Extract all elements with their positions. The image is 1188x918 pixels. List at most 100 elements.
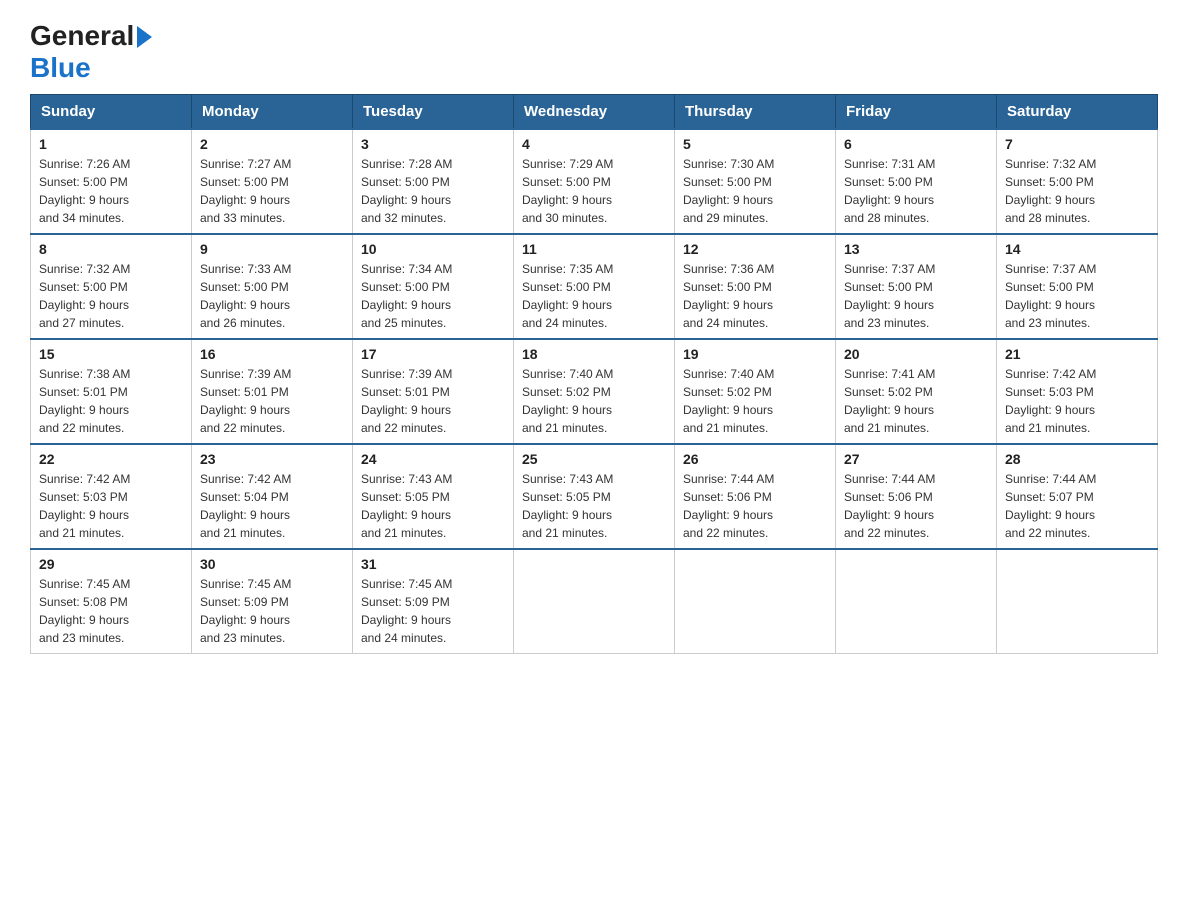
day-number: 7 <box>1005 136 1149 152</box>
day-info: Sunrise: 7:37 AM Sunset: 5:00 PM Dayligh… <box>1005 260 1149 332</box>
logo-general: General <box>30 20 134 52</box>
header-sunday: Sunday <box>31 95 192 130</box>
day-info: Sunrise: 7:41 AM Sunset: 5:02 PM Dayligh… <box>844 365 988 437</box>
day-cell: 31 Sunrise: 7:45 AM Sunset: 5:09 PM Dayl… <box>353 549 514 654</box>
day-number: 1 <box>39 136 183 152</box>
day-number: 3 <box>361 136 505 152</box>
day-cell: 6 Sunrise: 7:31 AM Sunset: 5:00 PM Dayli… <box>836 129 997 234</box>
day-cell: 28 Sunrise: 7:44 AM Sunset: 5:07 PM Dayl… <box>997 444 1158 549</box>
day-cell: 20 Sunrise: 7:41 AM Sunset: 5:02 PM Dayl… <box>836 339 997 444</box>
day-cell: 14 Sunrise: 7:37 AM Sunset: 5:00 PM Dayl… <box>997 234 1158 339</box>
day-info: Sunrise: 7:43 AM Sunset: 5:05 PM Dayligh… <box>361 470 505 542</box>
day-info: Sunrise: 7:44 AM Sunset: 5:07 PM Dayligh… <box>1005 470 1149 542</box>
day-cell: 8 Sunrise: 7:32 AM Sunset: 5:00 PM Dayli… <box>31 234 192 339</box>
week-row-1: 1 Sunrise: 7:26 AM Sunset: 5:00 PM Dayli… <box>31 129 1158 234</box>
header-monday: Monday <box>192 95 353 130</box>
day-info: Sunrise: 7:42 AM Sunset: 5:04 PM Dayligh… <box>200 470 344 542</box>
day-number: 27 <box>844 451 988 467</box>
header-row: SundayMondayTuesdayWednesdayThursdayFrid… <box>31 95 1158 130</box>
day-info: Sunrise: 7:45 AM Sunset: 5:08 PM Dayligh… <box>39 575 183 647</box>
day-number: 5 <box>683 136 827 152</box>
day-info: Sunrise: 7:39 AM Sunset: 5:01 PM Dayligh… <box>200 365 344 437</box>
day-number: 6 <box>844 136 988 152</box>
day-cell: 11 Sunrise: 7:35 AM Sunset: 5:00 PM Dayl… <box>514 234 675 339</box>
day-number: 11 <box>522 241 666 257</box>
day-number: 16 <box>200 346 344 362</box>
logo-arrow-icon <box>137 26 152 48</box>
day-number: 18 <box>522 346 666 362</box>
day-number: 14 <box>1005 241 1149 257</box>
day-cell: 19 Sunrise: 7:40 AM Sunset: 5:02 PM Dayl… <box>675 339 836 444</box>
week-row-5: 29 Sunrise: 7:45 AM Sunset: 5:08 PM Dayl… <box>31 549 1158 654</box>
day-info: Sunrise: 7:37 AM Sunset: 5:00 PM Dayligh… <box>844 260 988 332</box>
day-info: Sunrise: 7:38 AM Sunset: 5:01 PM Dayligh… <box>39 365 183 437</box>
day-cell: 5 Sunrise: 7:30 AM Sunset: 5:00 PM Dayli… <box>675 129 836 234</box>
day-cell <box>514 549 675 654</box>
week-row-2: 8 Sunrise: 7:32 AM Sunset: 5:00 PM Dayli… <box>31 234 1158 339</box>
calendar-table: SundayMondayTuesdayWednesdayThursdayFrid… <box>30 94 1158 654</box>
day-info: Sunrise: 7:45 AM Sunset: 5:09 PM Dayligh… <box>200 575 344 647</box>
day-info: Sunrise: 7:28 AM Sunset: 5:00 PM Dayligh… <box>361 155 505 227</box>
day-number: 24 <box>361 451 505 467</box>
day-cell: 18 Sunrise: 7:40 AM Sunset: 5:02 PM Dayl… <box>514 339 675 444</box>
day-number: 13 <box>844 241 988 257</box>
day-number: 19 <box>683 346 827 362</box>
day-cell: 13 Sunrise: 7:37 AM Sunset: 5:00 PM Dayl… <box>836 234 997 339</box>
day-cell: 9 Sunrise: 7:33 AM Sunset: 5:00 PM Dayli… <box>192 234 353 339</box>
day-info: Sunrise: 7:35 AM Sunset: 5:00 PM Dayligh… <box>522 260 666 332</box>
day-cell: 2 Sunrise: 7:27 AM Sunset: 5:00 PM Dayli… <box>192 129 353 234</box>
day-number: 4 <box>522 136 666 152</box>
day-cell: 25 Sunrise: 7:43 AM Sunset: 5:05 PM Dayl… <box>514 444 675 549</box>
day-info: Sunrise: 7:32 AM Sunset: 5:00 PM Dayligh… <box>1005 155 1149 227</box>
day-info: Sunrise: 7:31 AM Sunset: 5:00 PM Dayligh… <box>844 155 988 227</box>
day-cell <box>836 549 997 654</box>
day-cell: 30 Sunrise: 7:45 AM Sunset: 5:09 PM Dayl… <box>192 549 353 654</box>
day-info: Sunrise: 7:44 AM Sunset: 5:06 PM Dayligh… <box>683 470 827 542</box>
day-info: Sunrise: 7:34 AM Sunset: 5:00 PM Dayligh… <box>361 260 505 332</box>
day-number: 21 <box>1005 346 1149 362</box>
day-info: Sunrise: 7:26 AM Sunset: 5:00 PM Dayligh… <box>39 155 183 227</box>
logo: General Blue <box>30 20 152 84</box>
day-info: Sunrise: 7:44 AM Sunset: 5:06 PM Dayligh… <box>844 470 988 542</box>
day-number: 31 <box>361 556 505 572</box>
day-info: Sunrise: 7:45 AM Sunset: 5:09 PM Dayligh… <box>361 575 505 647</box>
day-cell: 10 Sunrise: 7:34 AM Sunset: 5:00 PM Dayl… <box>353 234 514 339</box>
day-cell: 26 Sunrise: 7:44 AM Sunset: 5:06 PM Dayl… <box>675 444 836 549</box>
day-number: 10 <box>361 241 505 257</box>
header-saturday: Saturday <box>997 95 1158 130</box>
day-cell: 29 Sunrise: 7:45 AM Sunset: 5:08 PM Dayl… <box>31 549 192 654</box>
day-number: 22 <box>39 451 183 467</box>
day-info: Sunrise: 7:32 AM Sunset: 5:00 PM Dayligh… <box>39 260 183 332</box>
day-cell: 27 Sunrise: 7:44 AM Sunset: 5:06 PM Dayl… <box>836 444 997 549</box>
day-number: 17 <box>361 346 505 362</box>
logo-blue: Blue <box>30 52 91 83</box>
day-info: Sunrise: 7:43 AM Sunset: 5:05 PM Dayligh… <box>522 470 666 542</box>
day-info: Sunrise: 7:40 AM Sunset: 5:02 PM Dayligh… <box>522 365 666 437</box>
day-cell: 3 Sunrise: 7:28 AM Sunset: 5:00 PM Dayli… <box>353 129 514 234</box>
week-row-3: 15 Sunrise: 7:38 AM Sunset: 5:01 PM Dayl… <box>31 339 1158 444</box>
day-info: Sunrise: 7:30 AM Sunset: 5:00 PM Dayligh… <box>683 155 827 227</box>
day-number: 29 <box>39 556 183 572</box>
day-info: Sunrise: 7:33 AM Sunset: 5:00 PM Dayligh… <box>200 260 344 332</box>
day-info: Sunrise: 7:39 AM Sunset: 5:01 PM Dayligh… <box>361 365 505 437</box>
day-cell: 12 Sunrise: 7:36 AM Sunset: 5:00 PM Dayl… <box>675 234 836 339</box>
day-cell: 22 Sunrise: 7:42 AM Sunset: 5:03 PM Dayl… <box>31 444 192 549</box>
week-row-4: 22 Sunrise: 7:42 AM Sunset: 5:03 PM Dayl… <box>31 444 1158 549</box>
day-cell <box>997 549 1158 654</box>
day-cell: 17 Sunrise: 7:39 AM Sunset: 5:01 PM Dayl… <box>353 339 514 444</box>
day-cell <box>675 549 836 654</box>
day-number: 2 <box>200 136 344 152</box>
day-number: 9 <box>200 241 344 257</box>
day-number: 28 <box>1005 451 1149 467</box>
day-cell: 4 Sunrise: 7:29 AM Sunset: 5:00 PM Dayli… <box>514 129 675 234</box>
day-cell: 7 Sunrise: 7:32 AM Sunset: 5:00 PM Dayli… <box>997 129 1158 234</box>
header-friday: Friday <box>836 95 997 130</box>
header-wednesday: Wednesday <box>514 95 675 130</box>
day-info: Sunrise: 7:42 AM Sunset: 5:03 PM Dayligh… <box>1005 365 1149 437</box>
day-info: Sunrise: 7:29 AM Sunset: 5:00 PM Dayligh… <box>522 155 666 227</box>
day-cell: 23 Sunrise: 7:42 AM Sunset: 5:04 PM Dayl… <box>192 444 353 549</box>
day-info: Sunrise: 7:42 AM Sunset: 5:03 PM Dayligh… <box>39 470 183 542</box>
page-header: General Blue <box>30 20 1158 84</box>
day-cell: 15 Sunrise: 7:38 AM Sunset: 5:01 PM Dayl… <box>31 339 192 444</box>
day-info: Sunrise: 7:40 AM Sunset: 5:02 PM Dayligh… <box>683 365 827 437</box>
